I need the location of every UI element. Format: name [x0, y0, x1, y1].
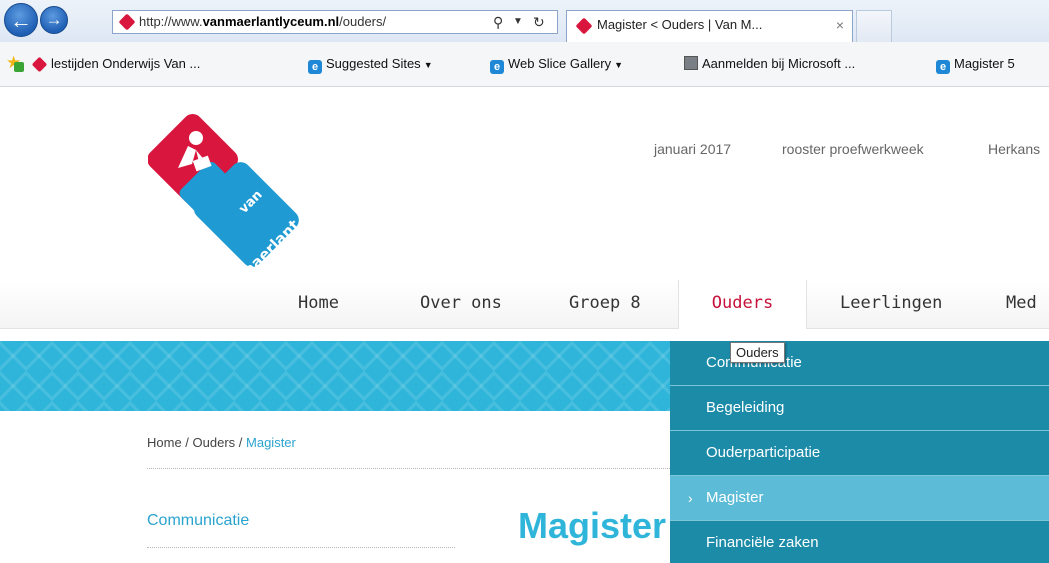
breadcrumb-ouders[interactable]: Ouders — [193, 435, 236, 450]
add-favorite-plus-icon — [14, 62, 24, 72]
breadcrumb-home[interactable]: Home — [147, 435, 182, 450]
favorite-suggested-sites[interactable]: e Suggested Sites ▼ — [308, 56, 433, 74]
browser-toolbar: ← → http://www.vanmaerlantlyceum.nl/oude… — [0, 0, 1049, 43]
arrow-left-icon: ← — [10, 8, 32, 33]
forward-button[interactable]: → — [40, 6, 68, 34]
ie-page-icon: e — [936, 60, 950, 74]
dropdown-item-begeleiding[interactable]: Begeleiding — [670, 386, 1049, 431]
chevron-down-icon: ▼ — [614, 60, 623, 70]
main-navigation: Home Over ons Groep 8 Ouders Leerlingen … — [0, 280, 1049, 329]
refresh-icon[interactable]: ↻ — [533, 11, 545, 33]
chevron-right-icon: › — [688, 490, 693, 506]
dropdown-item-communicatie[interactable]: Communicatie — [670, 341, 1049, 386]
search-icon[interactable]: ⚲ — [493, 11, 503, 33]
nav-over-ons[interactable]: Over ons — [420, 280, 502, 328]
site-favicon-icon — [31, 56, 48, 73]
divider — [147, 547, 455, 548]
address-bar[interactable]: http://www.vanmaerlantlyceum.nl/ouders/ … — [112, 10, 558, 34]
divider — [147, 468, 672, 469]
top-link-herkansing[interactable]: Herkans — [988, 141, 1040, 157]
header-banner — [0, 341, 672, 411]
site-favicon-icon — [118, 13, 136, 31]
chevron-down-icon: ▼ — [423, 60, 433, 70]
tab-title: Magister < Ouders | Van M... — [597, 17, 763, 32]
top-link-rooster[interactable]: rooster proefwerkweek — [782, 141, 924, 157]
web-page: van maerlant lyceum januari 2017 rooster… — [0, 87, 1049, 563]
back-button[interactable]: ← — [4, 3, 38, 37]
favorites-bar: ★ lestijden Onderwijs Van ... eSuggested… — [0, 42, 1049, 87]
nav-home[interactable]: Home — [298, 280, 339, 328]
sidebar-link-communicatie[interactable]: Communicatie — [147, 512, 249, 530]
nav-leerlingen[interactable]: Leerlingen — [840, 280, 942, 328]
ie-page-icon: e — [490, 60, 504, 74]
nav-groep-8[interactable]: Groep 8 — [569, 280, 641, 328]
favorite-magister[interactable]: e Magister 5 — [936, 56, 1015, 74]
top-link-januari[interactable]: januari 2017 — [654, 141, 731, 157]
logo[interactable]: van maerlant lyceum — [148, 102, 308, 297]
dropdown-item-financiele-zaken[interactable]: Financiële zaken — [670, 521, 1049, 563]
arrow-right-icon: → — [45, 10, 63, 29]
tooltip: Ouders — [730, 342, 785, 363]
dropdown-item-magister[interactable]: › Magister — [670, 476, 1049, 521]
chevron-down-icon[interactable]: ▼ — [513, 11, 523, 33]
favorite-lestijden[interactable]: lestijden Onderwijs Van ... — [31, 56, 200, 73]
dropdown-item-ouderparticipatie[interactable]: Ouderparticipatie — [670, 431, 1049, 476]
microsoft-icon — [684, 56, 698, 70]
new-tab-button[interactable] — [856, 10, 892, 42]
breadcrumb-current: Magister — [246, 435, 296, 450]
ie-page-icon: e — [308, 60, 322, 74]
browser-tab[interactable]: Magister < Ouders | Van M... × — [566, 10, 853, 42]
breadcrumb: Home / Ouders / Magister — [147, 435, 296, 450]
favorite-aanmelden-microsoft[interactable]: Aanmelden bij Microsoft ... — [684, 56, 855, 71]
close-tab-icon[interactable]: × — [836, 11, 844, 39]
url-text[interactable]: http://www.vanmaerlantlyceum.nl/ouders/ — [139, 11, 487, 33]
ouders-dropdown-menu: Communicatie Begeleiding Ouderparticipat… — [670, 341, 1049, 563]
nav-media[interactable]: Med — [1006, 280, 1037, 328]
nav-ouders[interactable]: Ouders — [678, 280, 807, 329]
tab-favicon-icon — [575, 17, 593, 35]
favorite-web-slice-gallery[interactable]: e Web Slice Gallery ▼ — [490, 56, 623, 74]
page-title: Magister — [518, 505, 667, 546]
